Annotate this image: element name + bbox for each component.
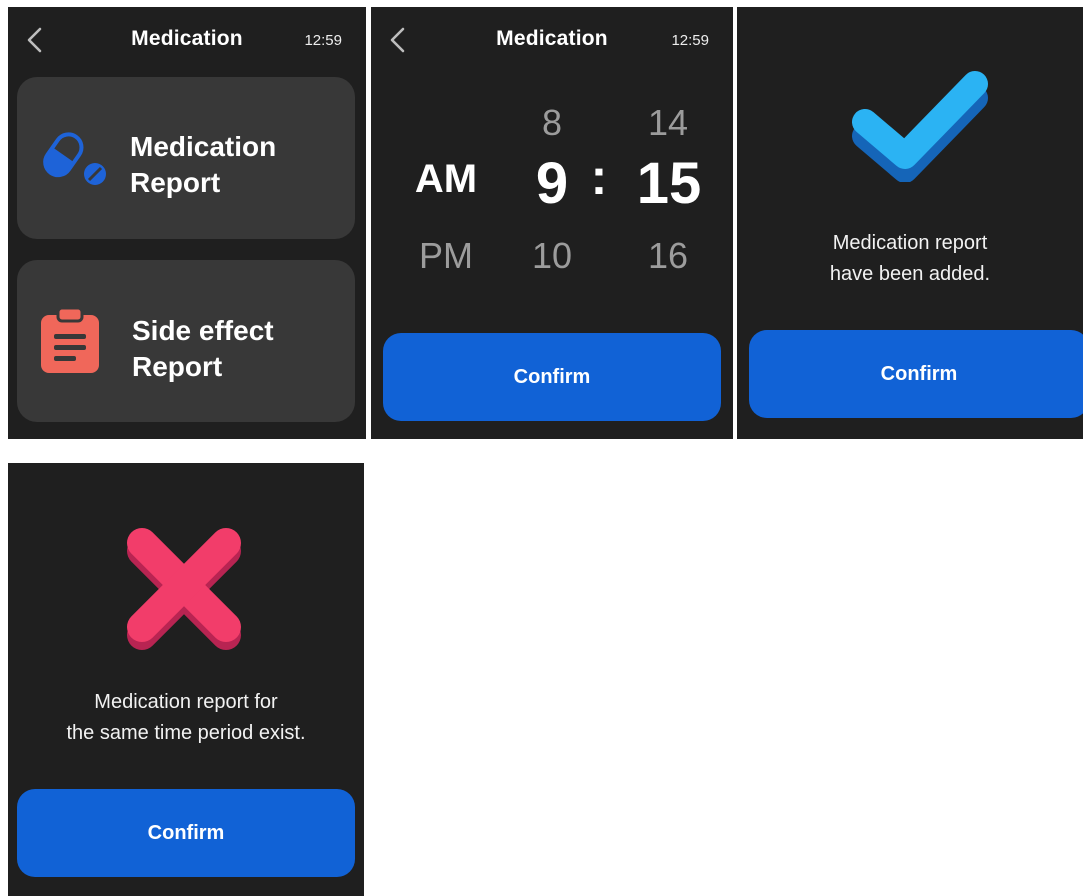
success-screen: Medication report have been added. Confi… (737, 7, 1083, 439)
time-separator: : (590, 149, 608, 205)
error-message: Medication report for the same time peri… (8, 687, 364, 749)
success-message-line1: Medication report (832, 232, 988, 254)
cross-icon (127, 528, 241, 650)
medication-report-line1: Medication (130, 131, 277, 162)
hour-above[interactable]: 8 (516, 102, 588, 144)
pill-icon (43, 132, 106, 185)
error-screen: Medication report for the same time peri… (8, 463, 364, 896)
ampm-below[interactable]: PM (401, 235, 491, 277)
side-effect-report-button[interactable]: Side effect Report (17, 260, 355, 422)
medication-report-button[interactable]: Medication Report (17, 77, 355, 239)
medication-menu-screen: Medication 12:59 Medication Report Side … (8, 7, 366, 439)
header: Medication 12:59 (371, 7, 733, 73)
confirm-button[interactable]: Confirm (383, 333, 721, 421)
side-effect-report-line1: Side effect (132, 315, 274, 346)
hour-selected[interactable]: 9 (516, 150, 588, 217)
ampm-picker[interactable]: AM (401, 157, 491, 202)
clipboard-icon (41, 307, 99, 373)
clock-time: 12:59 (304, 32, 342, 49)
clock-time: 12:59 (671, 32, 709, 49)
medication-report-label: Medication Report (130, 129, 276, 201)
checkmark-icon (852, 71, 988, 182)
success-message-line2: have been added. (829, 263, 991, 285)
error-message-line2: the same time period exist. (66, 722, 306, 744)
minute-above[interactable]: 14 (624, 102, 712, 144)
medication-report-line2: Report (130, 167, 221, 198)
side-effect-report-label: Side effect Report (132, 313, 274, 385)
confirm-button[interactable]: Confirm (17, 789, 355, 877)
confirm-button[interactable]: Confirm (749, 330, 1083, 418)
minute-below[interactable]: 16 (624, 235, 712, 277)
time-picker-screen: Medication 12:59 AM PM 8 9 10 : 14 15 16… (371, 7, 733, 439)
hour-below[interactable]: 10 (516, 235, 588, 277)
header: Medication 12:59 (8, 7, 366, 73)
side-effect-report-line2: Report (132, 351, 223, 382)
minute-selected[interactable]: 15 (619, 150, 719, 217)
ampm-selected: AM (414, 157, 478, 201)
error-message-line1: Medication report for (94, 691, 278, 713)
success-message: Medication report have been added. (737, 228, 1083, 290)
